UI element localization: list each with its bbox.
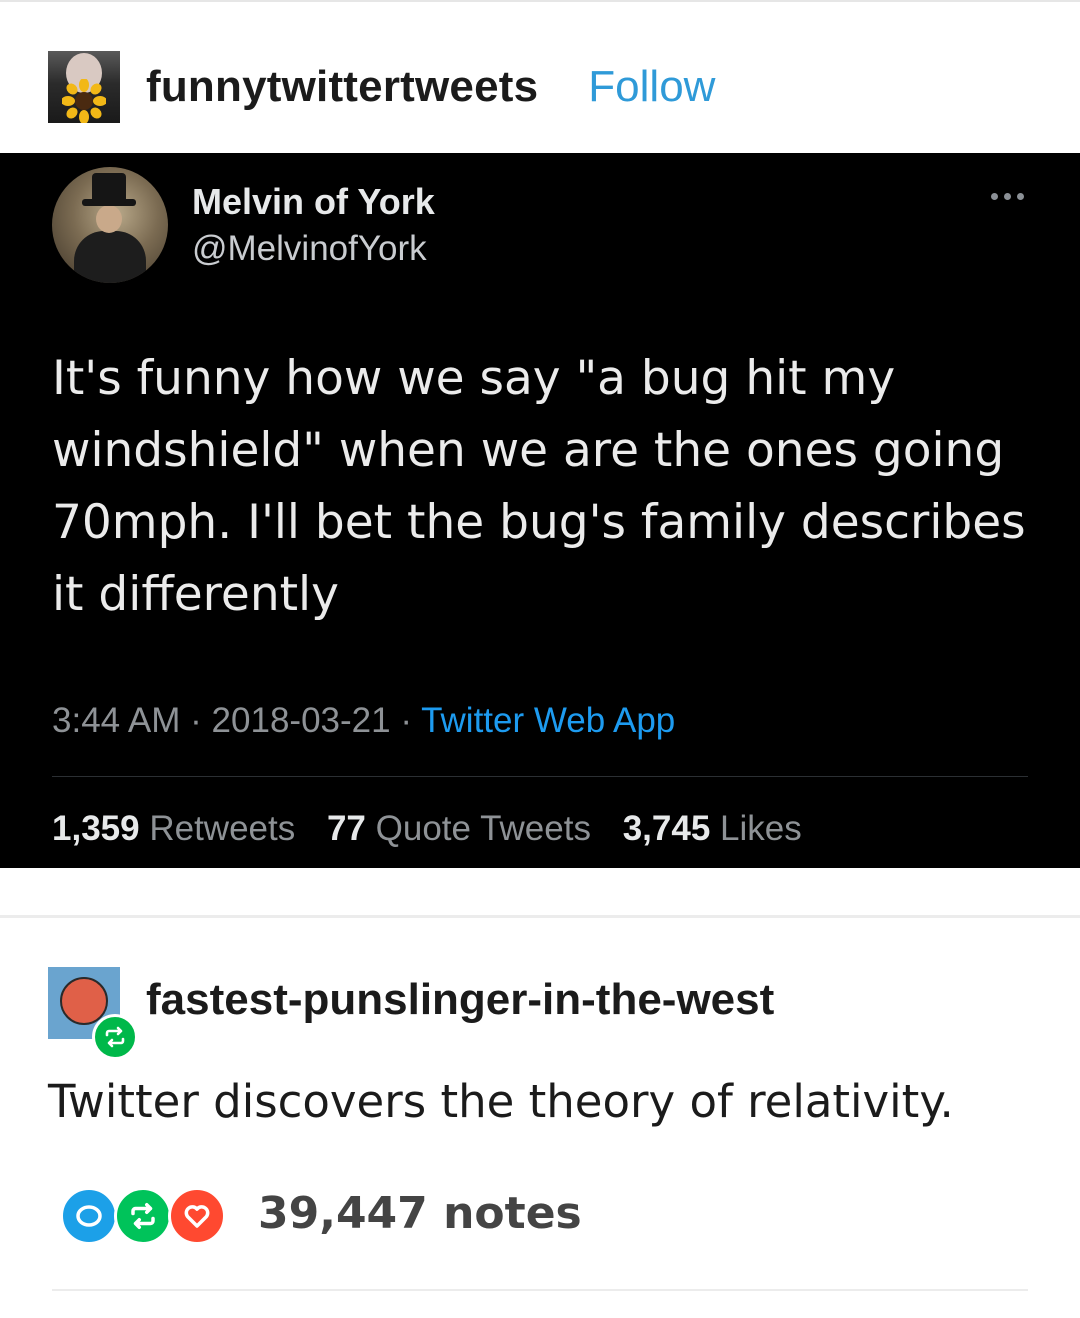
quote-tweets-label[interactable]: Quote Tweets [376, 809, 591, 848]
sunflower-icon [62, 79, 106, 123]
reblog-icon [92, 1014, 138, 1060]
more-options-icon[interactable] [991, 193, 1024, 200]
avatar-head [96, 205, 122, 233]
notes-count[interactable]: 39,447 notes [258, 1188, 582, 1239]
tweet-author-handle[interactable]: @MelvinofYork [192, 229, 427, 269]
notes-icons [60, 1185, 226, 1245]
avatar-coat [74, 231, 146, 283]
retweets-count: 1,359 [52, 809, 140, 848]
reblog-comment: Twitter discovers the theory of relativi… [48, 1075, 954, 1128]
comment-icon [60, 1187, 118, 1245]
tweet-stats: 1,359 Retweets 77 Quote Tweets 3,745 Lik… [52, 809, 802, 849]
blog-avatar[interactable] [48, 51, 120, 123]
tweet-date: 2018-03-21 [211, 701, 391, 740]
tweet-source[interactable]: Twitter Web App [421, 701, 675, 740]
tweet-author-name[interactable]: Melvin of York [192, 181, 435, 223]
post-header: funnytwittertweets Follow [48, 50, 715, 124]
tweet-time: 3:44 AM [52, 701, 181, 740]
tweet-divider [52, 776, 1028, 777]
tweet-author-avatar[interactable] [52, 167, 168, 283]
tweet-timestamp: 3:44 AM · 2018-03-21 · Twitter Web App [52, 701, 675, 741]
tweet-card: Melvin of York @MelvinofYork It's funny … [0, 153, 1080, 868]
retweets-label[interactable]: Retweets [149, 809, 295, 848]
avatar-top-hat [92, 173, 126, 203]
follow-button[interactable]: Follow [588, 62, 715, 112]
meta-separator: · [190, 701, 212, 740]
likes-count: 3,745 [622, 809, 711, 848]
likes-label[interactable]: Likes [720, 809, 802, 848]
reblog-blog-name[interactable]: fastest-punslinger-in-the-west [146, 975, 774, 1025]
bottom-divider [52, 1289, 1028, 1291]
notes-bar[interactable]: 39,447 notes [60, 1185, 582, 1245]
section-divider [0, 915, 1080, 918]
blog-name-link[interactable]: funnytwittertweets [146, 62, 538, 112]
meta-separator: · [400, 701, 422, 740]
quote-tweets-count: 77 [326, 809, 366, 848]
tweet-text: It's funny how we say "a bug hit my wind… [52, 351, 1026, 622]
heart-icon [168, 1187, 226, 1245]
top-divider [0, 0, 1080, 2]
reblog-notes-icon [114, 1187, 172, 1245]
